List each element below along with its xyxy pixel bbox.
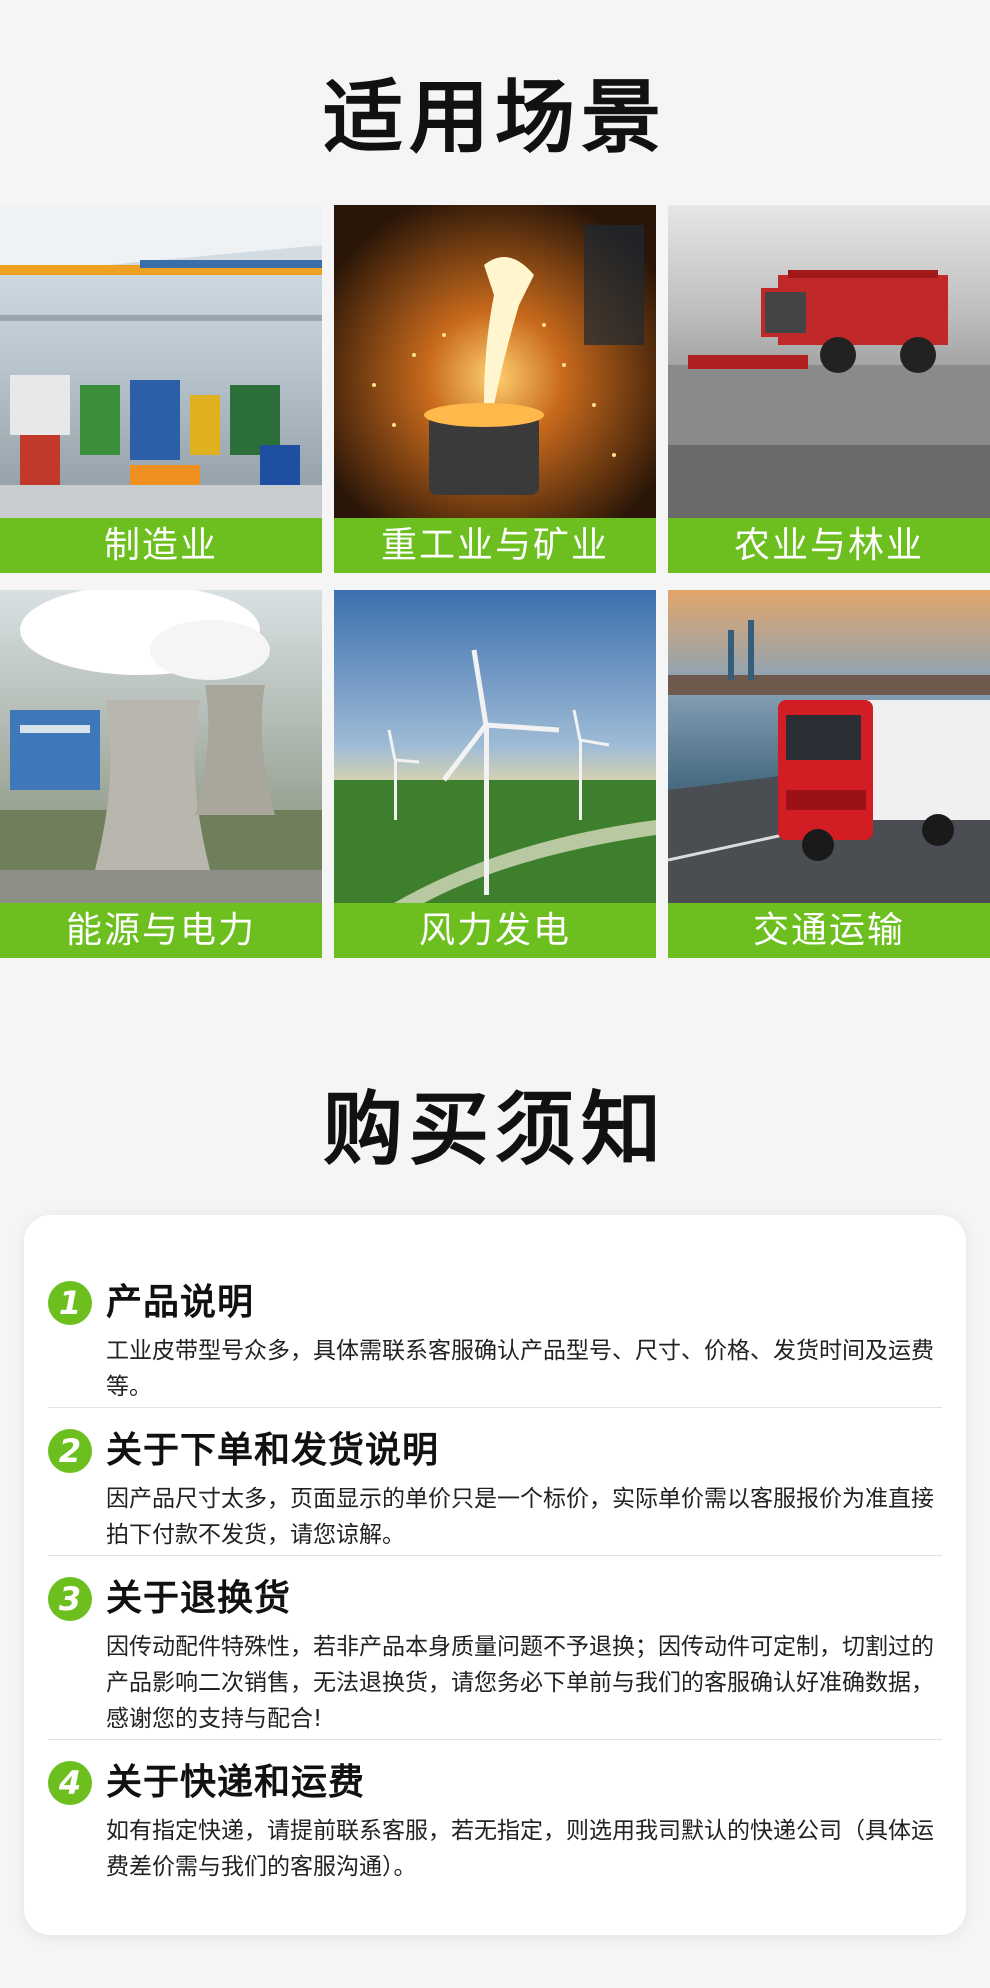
scene-caption: 风力发电 <box>334 903 656 958</box>
scene-caption: 交通运输 <box>668 903 990 958</box>
wind-turbine-image <box>334 590 656 903</box>
scene-caption: 重工业与矿业 <box>334 518 656 573</box>
scene-caption: 制造业 <box>0 518 322 573</box>
number-badge: 1 <box>48 1281 92 1325</box>
scene-tile-manufacturing: 制造业 <box>0 205 322 573</box>
scene-grid: 制造业 重工业与矿业 农业与林业 能源与电力 风力发电 交通运输 <box>0 205 990 960</box>
notice-item-body: 因传动配件特殊性，若非产品本身质量问题不予退换；因传动件可定制，切割过的产品影响… <box>106 1634 934 1732</box>
notice-item-title: 关于下单和发货说明 <box>106 1430 440 1471</box>
number-badge: 3 <box>48 1577 92 1621</box>
scene-tile-wind: 风力发电 <box>334 590 656 958</box>
notice-item-title: 关于快递和运费 <box>106 1762 366 1803</box>
number-badge: 2 <box>48 1429 92 1473</box>
notice-card: 1 产品说明 工业皮带型号众多，具体需联系客服确认产品型号、尺寸、价格、发货时间… <box>24 1215 966 1935</box>
harvester-image <box>668 205 990 518</box>
scene-caption: 能源与电力 <box>0 903 322 958</box>
scene-tile-heavy-industry: 重工业与矿业 <box>334 205 656 573</box>
notice-item-body: 因产品尺寸太多，页面显示的单价只是一个标价，实际单价需以客服报价为准直接拍下付款… <box>106 1486 934 1548</box>
number-badge: 4 <box>48 1761 92 1805</box>
scene-tile-agriculture: 农业与林业 <box>668 205 990 573</box>
notice-item-body: 如有指定快递，请提前联系客服，若无指定，则选用我司默认的快递公司（具体运费差价需… <box>106 1818 934 1880</box>
notice-item-title: 关于退换货 <box>106 1578 292 1619</box>
scene-tile-energy: 能源与电力 <box>0 590 322 958</box>
cooling-tower-image <box>0 590 322 903</box>
scene-caption: 农业与林业 <box>668 518 990 573</box>
truck-image <box>668 590 990 903</box>
notice-item-body: 工业皮带型号众多，具体需联系客服确认产品型号、尺寸、价格、发货时间及运费等。 <box>106 1338 934 1400</box>
divider <box>48 1555 942 1556</box>
notice-item-title: 产品说明 <box>106 1282 255 1323</box>
divider <box>48 1739 942 1740</box>
divider <box>48 1407 942 1408</box>
molten-metal-image <box>334 205 656 518</box>
scene-tile-transport: 交通运输 <box>668 590 990 958</box>
notice-title: 购买须知 <box>323 1083 667 1176</box>
scenes-title: 适用场景 <box>323 71 667 164</box>
factory-image <box>0 205 322 518</box>
